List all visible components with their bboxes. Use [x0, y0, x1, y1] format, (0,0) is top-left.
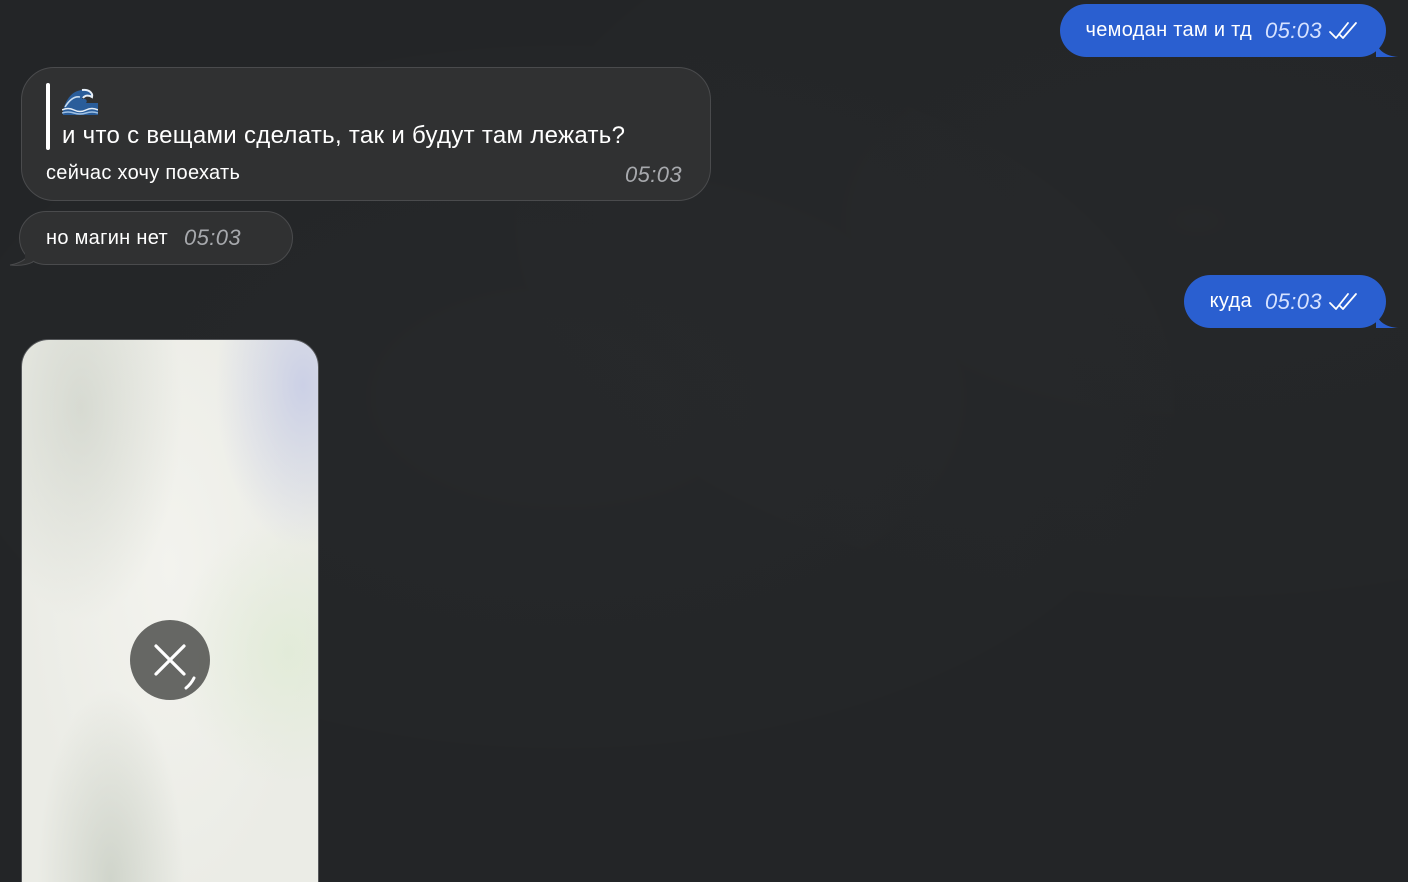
chat-history[interactable]: чемодан там и тд 05:03 и что с вещами сд…: [0, 0, 1408, 882]
reply-quote-text: и что с вещами сделать, так и будут там …: [62, 122, 626, 149]
cancel-download-button[interactable]: [130, 620, 210, 700]
message-time: 05:03: [1264, 17, 1322, 43]
incoming-message-with-reply[interactable]: и что с вещами сделать, так и будут там …: [21, 67, 711, 201]
message-text: но магин нет: [46, 226, 168, 249]
cancel-download-icon: [154, 644, 196, 690]
double-check-icon: [1329, 21, 1357, 39]
message-time: 05:03: [1264, 288, 1322, 314]
bubble-tail: [1376, 312, 1398, 328]
reply-quote-bar: [46, 83, 50, 150]
message-text: куда: [1209, 290, 1252, 312]
wave-emoji-icon: [62, 88, 98, 115]
photo-message[interactable]: [21, 339, 319, 882]
incoming-message[interactable]: но магин нет 05:03: [19, 211, 293, 265]
message-text: чемодан там и тд: [1085, 19, 1252, 41]
double-check-icon: [1329, 292, 1357, 310]
outgoing-message[interactable]: куда 05:03: [1183, 275, 1398, 328]
message-text: сейчас хочу поехать: [46, 162, 241, 184]
message-time: 05:03: [183, 225, 241, 250]
outgoing-message[interactable]: чемодан там и тд 05:03: [1059, 4, 1398, 57]
message-time: 05:03: [624, 162, 682, 187]
reply-quote[interactable]: и что с вещами сделать, так и будут там …: [46, 83, 686, 150]
bubble-tail: [1376, 41, 1398, 57]
bubble-tail: [9, 246, 33, 266]
